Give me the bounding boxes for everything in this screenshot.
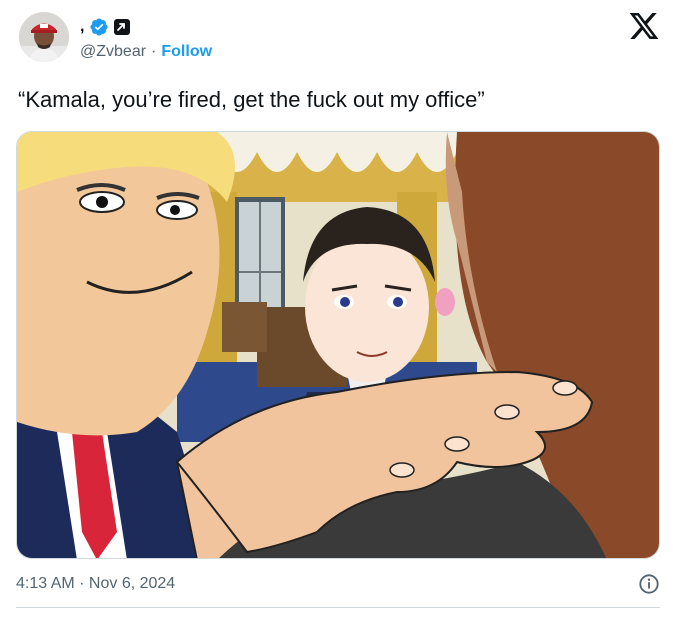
avatar[interactable]	[19, 12, 69, 62]
info-icon[interactable]	[638, 573, 660, 595]
footer-divider	[16, 607, 660, 608]
author-handle[interactable]: @Zvbear	[80, 43, 146, 61]
follow-button[interactable]: Follow	[161, 43, 212, 61]
tweet-timestamp[interactable]: 4:13 AM · Nov 6, 2024	[16, 575, 175, 593]
tweet-card: , @Zvbear · Follow “Kamala, you’re fired…	[0, 0, 673, 617]
verified-badge-icon	[89, 17, 109, 37]
author-name-row: ,	[80, 16, 131, 38]
handle-row: @Zvbear · Follow	[80, 43, 212, 61]
tweet-text: “Kamala, you’re fired, get the fuck out …	[18, 87, 485, 112]
display-name[interactable]: ,	[80, 18, 85, 36]
tweet-footer: 4:13 AM · Nov 6, 2024	[16, 571, 660, 597]
avatar-image	[19, 12, 69, 62]
tweet-media-image[interactable]	[16, 131, 660, 559]
affiliate-badge-icon[interactable]	[113, 18, 131, 36]
separator-dot: ·	[151, 43, 157, 60]
x-logo-icon[interactable]	[628, 10, 660, 42]
cartoon-illustration	[17, 132, 659, 558]
